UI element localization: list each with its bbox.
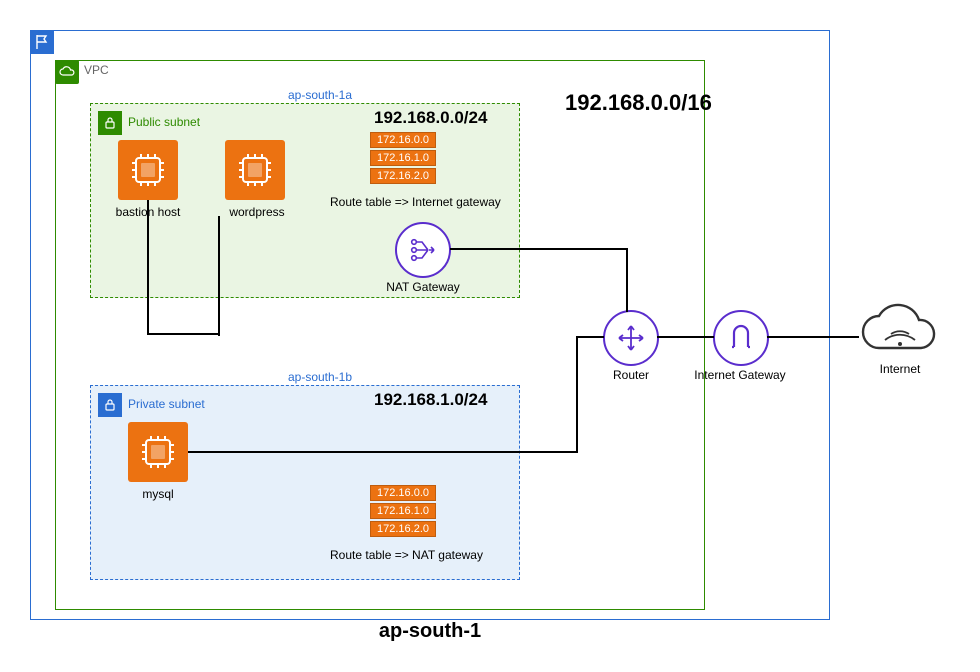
private-az-label: ap-south-1b xyxy=(260,370,380,384)
public-route-target: Route table => Internet gateway xyxy=(330,195,501,209)
conn-mysql-to-router xyxy=(576,336,604,338)
internet-gateway-icon xyxy=(713,310,769,366)
mysql-label: mysql xyxy=(128,487,188,501)
internet-label: Internet xyxy=(870,362,930,376)
internet-icon xyxy=(855,300,945,360)
public-subnet-cidr: 192.168.0.0/24 xyxy=(374,108,487,128)
public-az-label: ap-south-1a xyxy=(260,88,380,102)
private-route-row-2: 172.16.2.0 xyxy=(370,521,436,537)
nat-gateway-icon xyxy=(395,222,451,278)
private-route-row-0: 172.16.0.0 xyxy=(370,485,436,501)
public-route-row-1: 172.16.1.0 xyxy=(370,150,436,166)
internet-gateway-label: Internet Gateway xyxy=(690,368,790,382)
region-flag-icon xyxy=(30,30,54,54)
private-subnet-lock-icon xyxy=(98,393,122,417)
router-icon xyxy=(603,310,659,366)
public-route-row-2: 172.16.2.0 xyxy=(370,168,436,184)
conn-mysql-right xyxy=(188,451,578,453)
nat-gateway-label: NAT Gateway xyxy=(383,280,463,294)
wordpress-ec2-icon xyxy=(225,140,285,200)
conn-nat-router-v xyxy=(626,248,628,312)
private-route-target: Route table => NAT gateway xyxy=(330,548,483,562)
conn-wordpress-right xyxy=(218,334,219,336)
private-subnet-label: Private subnet xyxy=(128,397,205,411)
vpc-cloud-icon xyxy=(55,60,79,84)
vpc-cidr: 192.168.0.0/16 xyxy=(565,90,712,116)
conn-router-igw xyxy=(657,336,714,338)
conn-nat-router xyxy=(450,248,628,250)
public-route-table: 172.16.0.0 172.16.1.0 172.16.2.0 xyxy=(370,132,436,184)
conn-bastion-across xyxy=(147,333,219,335)
bastion-ec2-icon xyxy=(118,140,178,200)
public-subnet-label: Public subnet xyxy=(128,115,200,129)
wordpress-label: wordpress xyxy=(222,205,292,219)
conn-wordpress-down xyxy=(218,216,220,336)
public-route-row-0: 172.16.0.0 xyxy=(370,132,436,148)
public-subnet-lock-icon xyxy=(98,111,122,135)
conn-bastion-down xyxy=(147,200,149,335)
vpc-label: VPC xyxy=(84,63,109,77)
private-route-row-1: 172.16.1.0 xyxy=(370,503,436,519)
mysql-ec2-icon xyxy=(128,422,188,482)
private-route-table: 172.16.0.0 172.16.1.0 172.16.2.0 xyxy=(370,485,436,537)
region-label: ap-south-1 xyxy=(300,620,560,643)
conn-igw-internet xyxy=(767,336,859,338)
conn-mysql-up xyxy=(576,336,578,453)
router-label: Router xyxy=(608,368,654,382)
private-subnet-cidr: 192.168.1.0/24 xyxy=(374,390,487,410)
